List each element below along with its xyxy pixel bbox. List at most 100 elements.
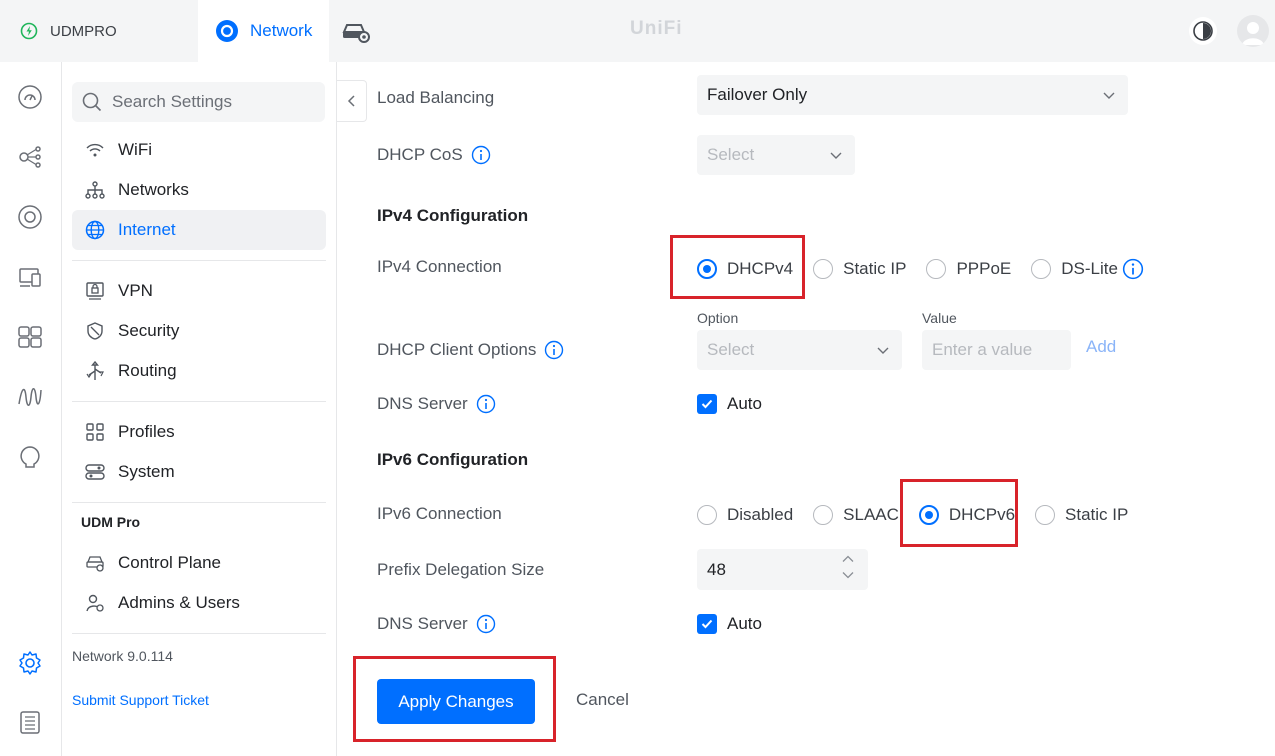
ipv6-connection-radio-group: Disabled SLAAC DHCPv6 Static IP	[697, 505, 1128, 525]
add-option-button[interactable]: Add	[1086, 337, 1116, 357]
support-ticket-link[interactable]: Submit Support Ticket	[72, 692, 209, 708]
search-settings-field[interactable]: Search Settings	[72, 82, 325, 122]
sidebar-item-label: WiFi	[118, 140, 152, 159]
sidebar-item-profiles[interactable]: Profiles	[72, 412, 326, 452]
ports-icon[interactable]	[15, 322, 45, 352]
radio-circle[interactable]	[926, 259, 947, 279]
sidebar-item-routing[interactable]: Routing	[72, 351, 326, 391]
radio-slaac[interactable]: SLAAC	[813, 505, 899, 525]
info-icon[interactable]	[544, 340, 564, 360]
ipv4-connection-radio-group: DHCPv4 Static IP PPPoE DS-Lite	[697, 258, 1144, 280]
radio-ds-lite[interactable]: DS-Lite	[1031, 259, 1118, 279]
insights-icon[interactable]	[15, 382, 45, 412]
radio-circle[interactable]	[697, 505, 717, 525]
cancel-button[interactable]: Cancel	[576, 690, 629, 710]
select-value: Failover Only	[707, 85, 808, 104]
dashboard-icon[interactable]	[15, 82, 45, 112]
ipv6-dns-label: DNS Server	[377, 614, 496, 634]
collapse-sidebar-button[interactable]	[337, 80, 367, 122]
logs-icon[interactable]	[15, 707, 45, 737]
radio-pppoe[interactable]: PPPoE	[926, 259, 1011, 279]
radio-static-ip[interactable]: Static IP	[813, 259, 906, 279]
radio-dhcpv6[interactable]: DHCPv6	[918, 505, 1015, 525]
sidebar-item-label: Internet	[118, 220, 176, 239]
field-label: DHCP CoS	[377, 145, 463, 164]
checkbox-checked[interactable]	[697, 394, 717, 414]
radio-static-ip-v6[interactable]: Static IP	[1035, 505, 1128, 525]
sidebar-item-label: Routing	[118, 361, 177, 380]
load-balancing-label: Load Balancing	[377, 88, 494, 108]
devices-icon[interactable]	[15, 202, 45, 232]
networks-icon	[84, 179, 106, 201]
checkbox-checked[interactable]	[697, 614, 717, 634]
prefix-delegation-stepper[interactable]: 48	[697, 549, 868, 590]
radio-circle[interactable]	[697, 259, 717, 279]
ipv6-connection-label: IPv6 Connection	[377, 504, 502, 524]
sidebar-item-internet[interactable]: Internet	[72, 210, 326, 250]
control-plane-icon	[84, 552, 106, 574]
radio-circle[interactable]	[1031, 259, 1052, 279]
top-bar: UDMPRO Network UniFi	[0, 0, 1275, 62]
search-placeholder: Search Settings	[112, 92, 233, 111]
info-icon[interactable]	[1122, 258, 1144, 280]
apply-changes-button[interactable]: Apply Changes	[377, 679, 535, 724]
clients-icon[interactable]	[15, 262, 45, 292]
stepper-value: 48	[707, 559, 726, 579]
sidebar-item-system[interactable]: System	[72, 452, 326, 492]
chevron-up-icon[interactable]	[842, 555, 854, 563]
sidebar-item-label: Admins & Users	[118, 593, 240, 612]
topology-icon[interactable]	[15, 142, 45, 172]
network-app-label: Network	[250, 21, 313, 40]
alerts-icon[interactable]	[15, 442, 45, 472]
info-icon[interactable]	[476, 394, 496, 414]
ipv6-dns-auto-checkbox[interactable]: Auto	[697, 614, 762, 634]
theme-toggle[interactable]	[1189, 17, 1217, 45]
device-group-label: UDM Pro	[81, 514, 141, 530]
nav-divider	[72, 401, 326, 402]
network-app-tab[interactable]: Network	[198, 0, 329, 62]
sidebar-item-admins-users[interactable]: Admins & Users	[72, 583, 326, 623]
check-icon	[701, 399, 713, 409]
field-label: DHCP Client Options	[377, 340, 537, 359]
radio-circle[interactable]	[1035, 505, 1056, 525]
user-avatar-icon	[1242, 22, 1264, 45]
info-icon[interactable]	[476, 614, 496, 634]
radio-circle[interactable]	[813, 259, 834, 279]
ipv4-dns-auto-checkbox[interactable]: Auto	[697, 394, 762, 414]
value-column-label: Value	[922, 310, 957, 326]
sidebar-item-security[interactable]: Security	[72, 311, 326, 351]
network-app-icon	[216, 20, 238, 42]
dhcp-client-options-label: DHCP Client Options	[377, 340, 564, 360]
admins-icon	[84, 592, 106, 614]
vpn-icon	[84, 280, 106, 302]
radio-dhcpv4[interactable]: DHCPv4	[697, 259, 793, 279]
dhcp-option-value-input[interactable]: Enter a value	[922, 330, 1071, 370]
sidebar-item-label: VPN	[118, 281, 153, 300]
nav-divider	[72, 633, 326, 634]
prefix-delegation-label: Prefix Delegation Size	[377, 560, 544, 580]
radio-circle[interactable]	[918, 505, 939, 525]
shield-icon	[84, 320, 106, 342]
avatar[interactable]	[1237, 15, 1269, 47]
console-tab[interactable]: UDMPRO	[0, 0, 198, 62]
chevron-down-icon[interactable]	[842, 571, 854, 579]
innerspace-tab[interactable]	[340, 18, 374, 44]
dhcp-option-select[interactable]: Select	[697, 330, 902, 370]
settings-icon[interactable]	[15, 648, 45, 678]
sidebar-item-networks[interactable]: Networks	[72, 170, 326, 210]
sidebar-item-control-plane[interactable]: Control Plane	[72, 543, 326, 583]
settings-sidebar: Search Settings WiFi Networks Internet V…	[62, 62, 337, 756]
info-icon[interactable]	[471, 145, 491, 165]
load-balancing-select[interactable]: Failover Only	[697, 75, 1128, 115]
checkbox-label: Auto	[727, 394, 762, 413]
ipv6-section-title: IPv6 Configuration	[377, 450, 529, 469]
wifi-icon	[84, 139, 106, 161]
radio-label: DS-Lite	[1061, 259, 1118, 278]
sidebar-item-vpn[interactable]: VPN	[72, 271, 326, 311]
dhcp-cos-select[interactable]: Select	[697, 135, 855, 175]
routing-icon	[84, 360, 106, 382]
radio-disabled[interactable]: Disabled	[697, 505, 793, 525]
chevron-down-icon	[1103, 92, 1115, 99]
radio-circle[interactable]	[813, 505, 834, 525]
sidebar-item-wifi[interactable]: WiFi	[72, 130, 326, 170]
